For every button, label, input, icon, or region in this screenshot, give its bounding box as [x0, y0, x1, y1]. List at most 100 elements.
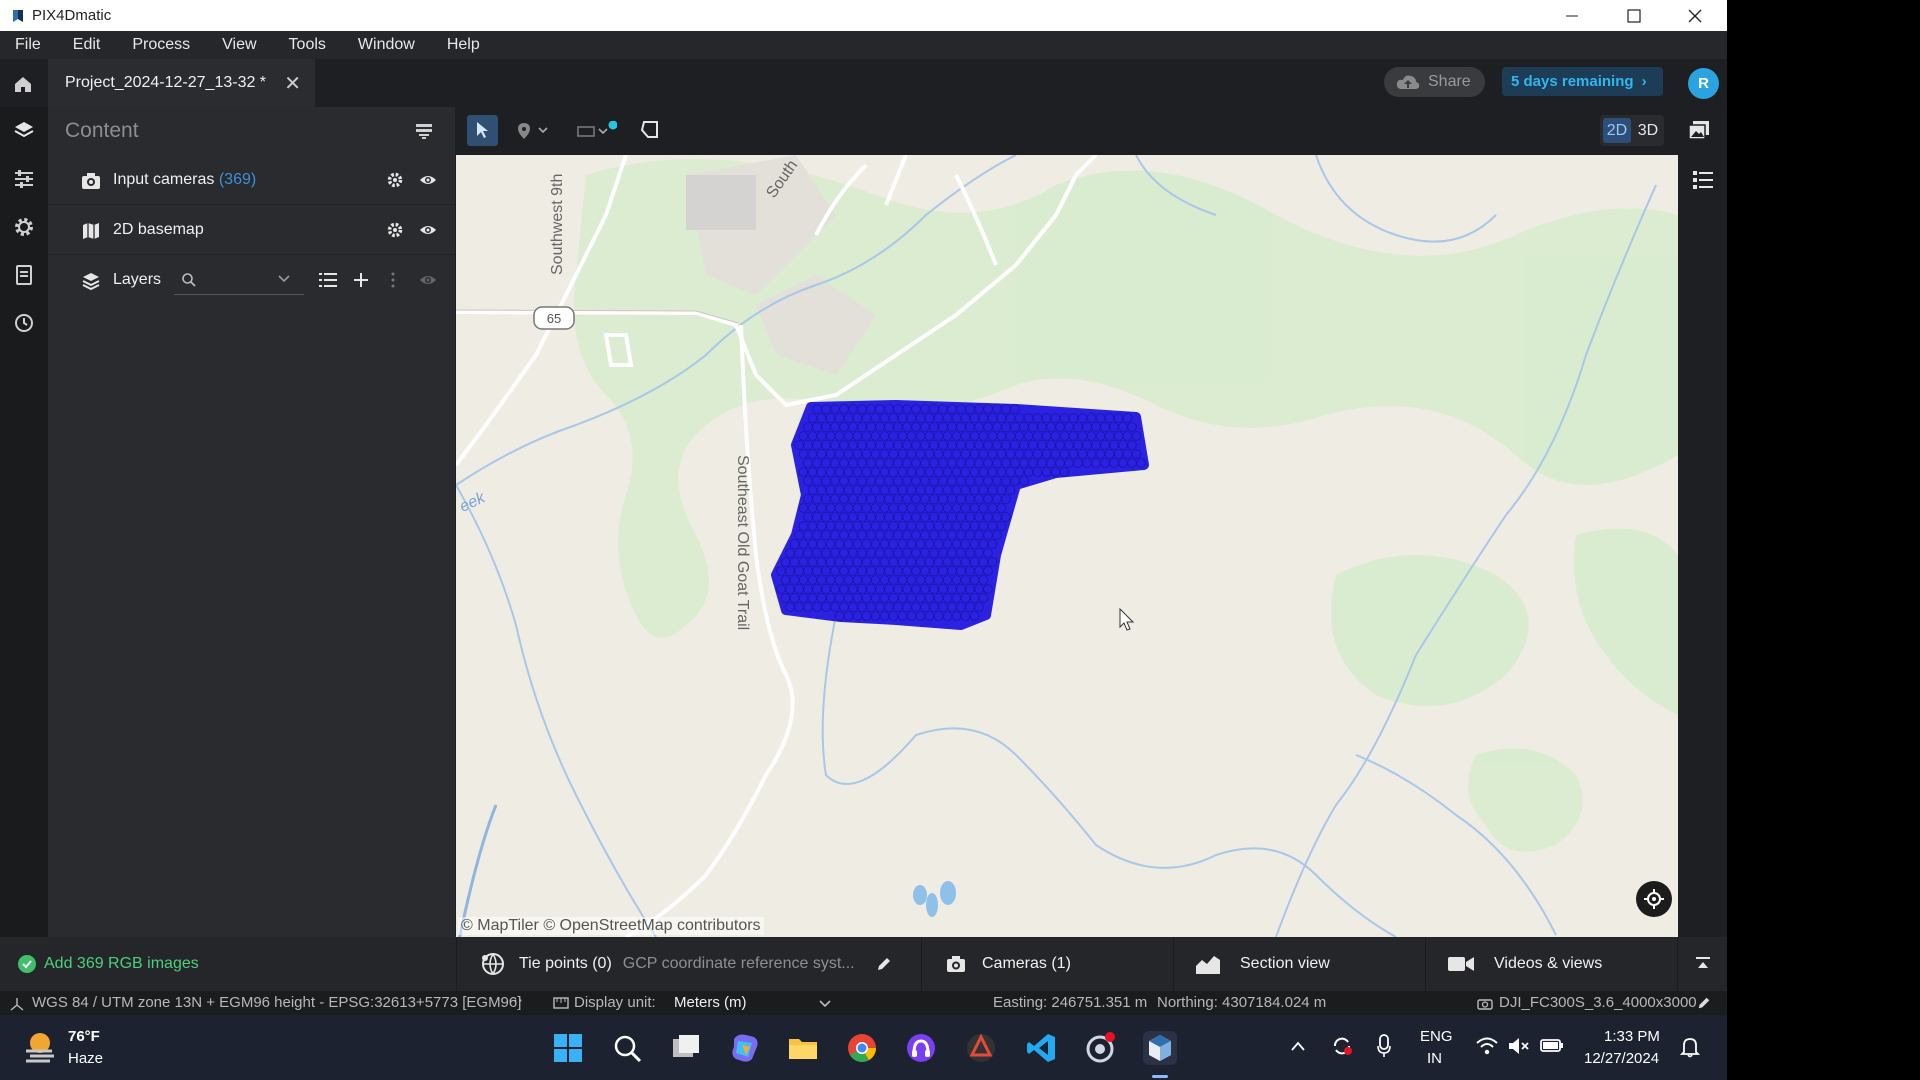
- screen-margin: [1727, 0, 1920, 1080]
- camera-position-marker: [915, 611, 926, 621]
- camera-position-marker: [861, 485, 872, 495]
- creative-app-icon[interactable]: [964, 1031, 998, 1065]
- camera-position-marker: [947, 422, 957, 432]
- pix4d-logo-icon: [13, 9, 23, 22]
- polygon-tool-icon[interactable]: [640, 120, 660, 140]
- properties-list-icon[interactable]: [1693, 171, 1713, 189]
- avatar[interactable]: R: [1688, 68, 1719, 99]
- share-button[interactable]: Share: [1384, 67, 1485, 97]
- close-tab-icon[interactable]: ✕: [284, 71, 301, 96]
- search-icon[interactable]: [610, 1031, 644, 1065]
- menu-tools[interactable]: Tools: [289, 36, 326, 54]
- menu-window[interactable]: Window: [358, 36, 415, 54]
- list-view-icon[interactable]: [319, 272, 337, 288]
- panel-menu-icon[interactable]: [415, 122, 433, 140]
- pix4dmatic-taskbar-icon[interactable]: [1143, 1031, 1177, 1065]
- file-explorer-icon[interactable]: [786, 1031, 820, 1065]
- tie-points-panel-button[interactable]: Tie points (0) GCP coordinate reference …: [456, 937, 921, 991]
- weather-condition[interactable]: Haze: [68, 1050, 103, 1067]
- battery-icon[interactable]: [1540, 1037, 1564, 1053]
- camera-position-marker: [848, 422, 858, 432]
- media-app-icon[interactable]: [904, 1031, 938, 1065]
- menu-process[interactable]: Process: [132, 36, 190, 54]
- camera-position-marker: [843, 575, 854, 585]
- camera-position-marker: [789, 557, 800, 567]
- layers-stack-icon[interactable]: [12, 119, 36, 143]
- settings-app-icon[interactable]: [1083, 1031, 1117, 1065]
- content-item-input-cameras[interactable]: Input cameras (369): [48, 155, 455, 205]
- tab-project[interactable]: Project_2024-12-27_13-32 * ✕: [48, 59, 315, 107]
- home-icon[interactable]: [12, 73, 34, 95]
- camera-position-marker: [1050, 449, 1061, 459]
- edit-pencil-icon[interactable]: [1697, 996, 1711, 1010]
- camera-position-marker: [866, 530, 876, 540]
- more-options-icon[interactable]: [390, 272, 396, 288]
- camera-position-marker: [1032, 431, 1043, 441]
- windows-start-icon[interactable]: [551, 1031, 585, 1065]
- content-item-layers[interactable]: Layers: [48, 255, 455, 305]
- image-viewer-icon[interactable]: [1689, 121, 1709, 139]
- camera-position-marker: [915, 503, 926, 513]
- history-icon[interactable]: [12, 311, 36, 335]
- microphone-icon[interactable]: [1377, 1034, 1391, 1058]
- camera-position-marker: [861, 521, 872, 531]
- sliders-icon[interactable]: [12, 167, 36, 191]
- sync-icon[interactable]: [1331, 1035, 1353, 1057]
- marker-tool-icon[interactable]: [517, 122, 551, 140]
- view-2d-button[interactable]: 2D: [1603, 118, 1631, 143]
- menu-edit[interactable]: Edit: [73, 36, 101, 54]
- volume-muted-icon[interactable]: [1508, 1037, 1530, 1055]
- vscode-icon[interactable]: [1024, 1031, 1058, 1065]
- camera-position-marker: [861, 431, 872, 441]
- basemap-settings-icon[interactable]: [386, 221, 404, 239]
- close-window-button[interactable]: [1665, 0, 1725, 31]
- cameras-panel-button[interactable]: Cameras (1): [921, 937, 1173, 991]
- wifi-icon[interactable]: [1476, 1037, 1498, 1055]
- select-tool-button[interactable]: [467, 115, 498, 146]
- region-code[interactable]: IN: [1427, 1050, 1442, 1067]
- chevron-down-icon[interactable]: [819, 1000, 831, 1008]
- add-layer-icon[interactable]: [353, 272, 369, 288]
- section-view-button[interactable]: Section view: [1173, 937, 1425, 991]
- layers-search-input[interactable]: [174, 265, 304, 295]
- camera-position-marker: [852, 449, 863, 459]
- minimize-button[interactable]: [1542, 0, 1602, 31]
- menu-view[interactable]: View: [222, 36, 256, 54]
- camera-position-marker: [870, 611, 881, 621]
- menu-file[interactable]: File: [15, 36, 41, 54]
- chrome-icon[interactable]: [845, 1031, 879, 1065]
- weather-temp[interactable]: 76°F: [68, 1028, 100, 1045]
- chevron-down-icon[interactable]: [278, 275, 290, 283]
- basemap-visibility-icon[interactable]: [419, 222, 437, 238]
- camera-position-marker: [960, 593, 971, 603]
- edit-pencil-icon[interactable]: [876, 956, 892, 972]
- language-code[interactable]: ENG: [1420, 1028, 1453, 1045]
- crs-more-icon[interactable]: ⋯: [508, 991, 523, 1009]
- notification-bell-icon[interactable]: [1680, 1036, 1700, 1058]
- input-cameras-visibility-icon[interactable]: [419, 172, 437, 188]
- input-cameras-settings-icon[interactable]: [386, 171, 404, 189]
- clock-time[interactable]: 1:33 PM: [1604, 1028, 1660, 1045]
- display-unit-select[interactable]: Meters (m): [674, 994, 747, 1011]
- layers-visibility-icon[interactable]: [419, 272, 437, 288]
- camera-position-marker: [965, 548, 975, 558]
- task-view-icon[interactable]: [669, 1031, 703, 1065]
- content-item-2d-basemap[interactable]: 2D basemap: [48, 205, 455, 255]
- measure-tool-icon[interactable]: [577, 121, 617, 141]
- maximize-button[interactable]: [1604, 0, 1664, 31]
- clock-date[interactable]: 12/27/2024: [1584, 1050, 1659, 1067]
- camera-position-marker: [803, 602, 813, 612]
- copilot-icon[interactable]: [728, 1031, 762, 1065]
- menu-help[interactable]: Help: [447, 36, 480, 54]
- chevron-up-icon[interactable]: [1291, 1041, 1305, 1051]
- report-icon[interactable]: [12, 263, 36, 287]
- trial-remaining-button[interactable]: 5 days remaining ›: [1502, 67, 1663, 96]
- view-3d-button[interactable]: 3D: [1634, 118, 1662, 143]
- collapse-panel-button[interactable]: [1677, 937, 1727, 991]
- camera-position-marker: [852, 539, 863, 549]
- map-view[interactable]: eek 65 Southwest 9th Southeast Old Goat …: [456, 155, 1678, 937]
- recenter-button[interactable]: [1636, 881, 1672, 917]
- gear-icon[interactable]: [12, 215, 36, 239]
- videos-views-button[interactable]: Videos & views: [1425, 937, 1677, 991]
- camera-position-marker: [807, 431, 818, 441]
